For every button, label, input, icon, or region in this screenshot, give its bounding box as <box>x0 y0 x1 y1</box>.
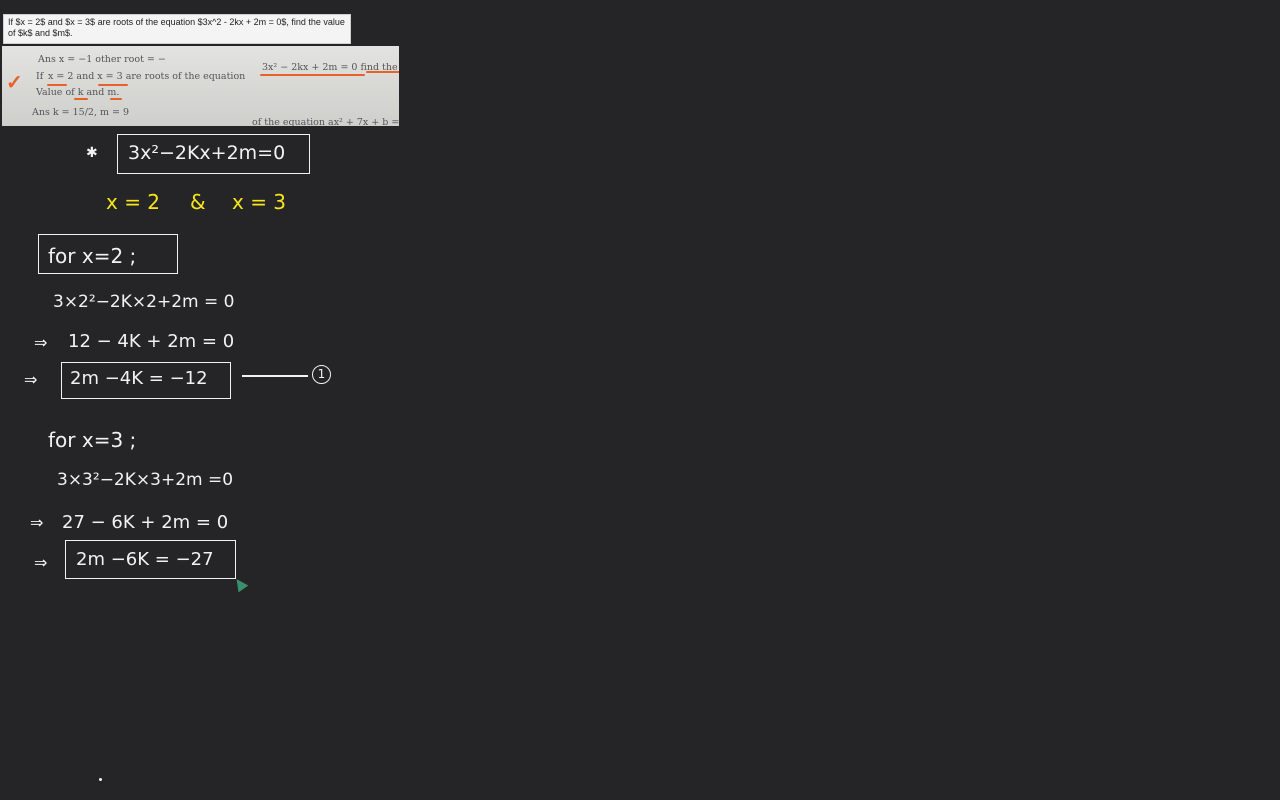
and-sign: & <box>190 190 206 214</box>
step-2c: 2m −6K = −27 <box>76 549 214 570</box>
checkmark-icon: ✓ <box>6 70 23 94</box>
bullet-icon: ✱ <box>86 145 98 161</box>
question-box: If $x = 2$ and $x = 3$ are roots of the … <box>3 14 351 44</box>
step-1c: 2m −4K = −12 <box>70 368 208 389</box>
photo-line-2b: x = 2 and x = 3 are roots of the equatio… <box>48 71 246 82</box>
implies-arrow-icon: ⇒ <box>24 370 38 389</box>
underline-mark <box>110 98 122 100</box>
question-text: If $x = 2$ and $x = 3$ are roots of the … <box>8 17 345 38</box>
underline-mark <box>366 71 399 73</box>
heading-x2: for x=2 ; <box>48 244 137 268</box>
textbook-photo: ✓ Ans x = −1 other root = − If x = 2 and… <box>2 46 399 126</box>
label-line <box>242 375 308 377</box>
root-2: x = 3 <box>232 190 287 214</box>
underline-mark <box>74 98 88 100</box>
photo-line-2a: If <box>36 71 44 82</box>
step-2a: 3×3²−2K×3+2m =0 <box>57 470 234 490</box>
underline-mark <box>98 84 128 86</box>
photo-line-4: Ans k = 15/2, m = 9 <box>32 107 130 118</box>
photo-line-5: of the equation ax² + 7x + b = 0 i <box>252 117 399 126</box>
heading-x3: for x=3 ; <box>48 428 137 452</box>
implies-arrow-icon: ⇒ <box>30 513 44 532</box>
root-1: x = 2 <box>106 190 161 214</box>
equation: 3x²−2Kx+2m=0 <box>128 142 286 164</box>
photo-line-3: Value of k and m. <box>36 87 120 98</box>
label-1: 1 <box>317 367 326 381</box>
implies-arrow-icon: ⇒ <box>34 333 48 352</box>
underline-mark <box>260 74 365 76</box>
step-1a: 3×2²−2K×2+2m = 0 <box>53 292 235 312</box>
step-1b: 12 − 4K + 2m = 0 <box>68 331 235 352</box>
underline-mark <box>47 84 67 86</box>
photo-line-1: Ans x = −1 other root = − <box>38 54 166 65</box>
label-circle-1: 1 <box>312 365 331 384</box>
implies-arrow-icon: ⇒ <box>34 553 48 572</box>
stray-dot <box>99 778 102 781</box>
step-2b: 27 − 6K + 2m = 0 <box>62 512 229 533</box>
